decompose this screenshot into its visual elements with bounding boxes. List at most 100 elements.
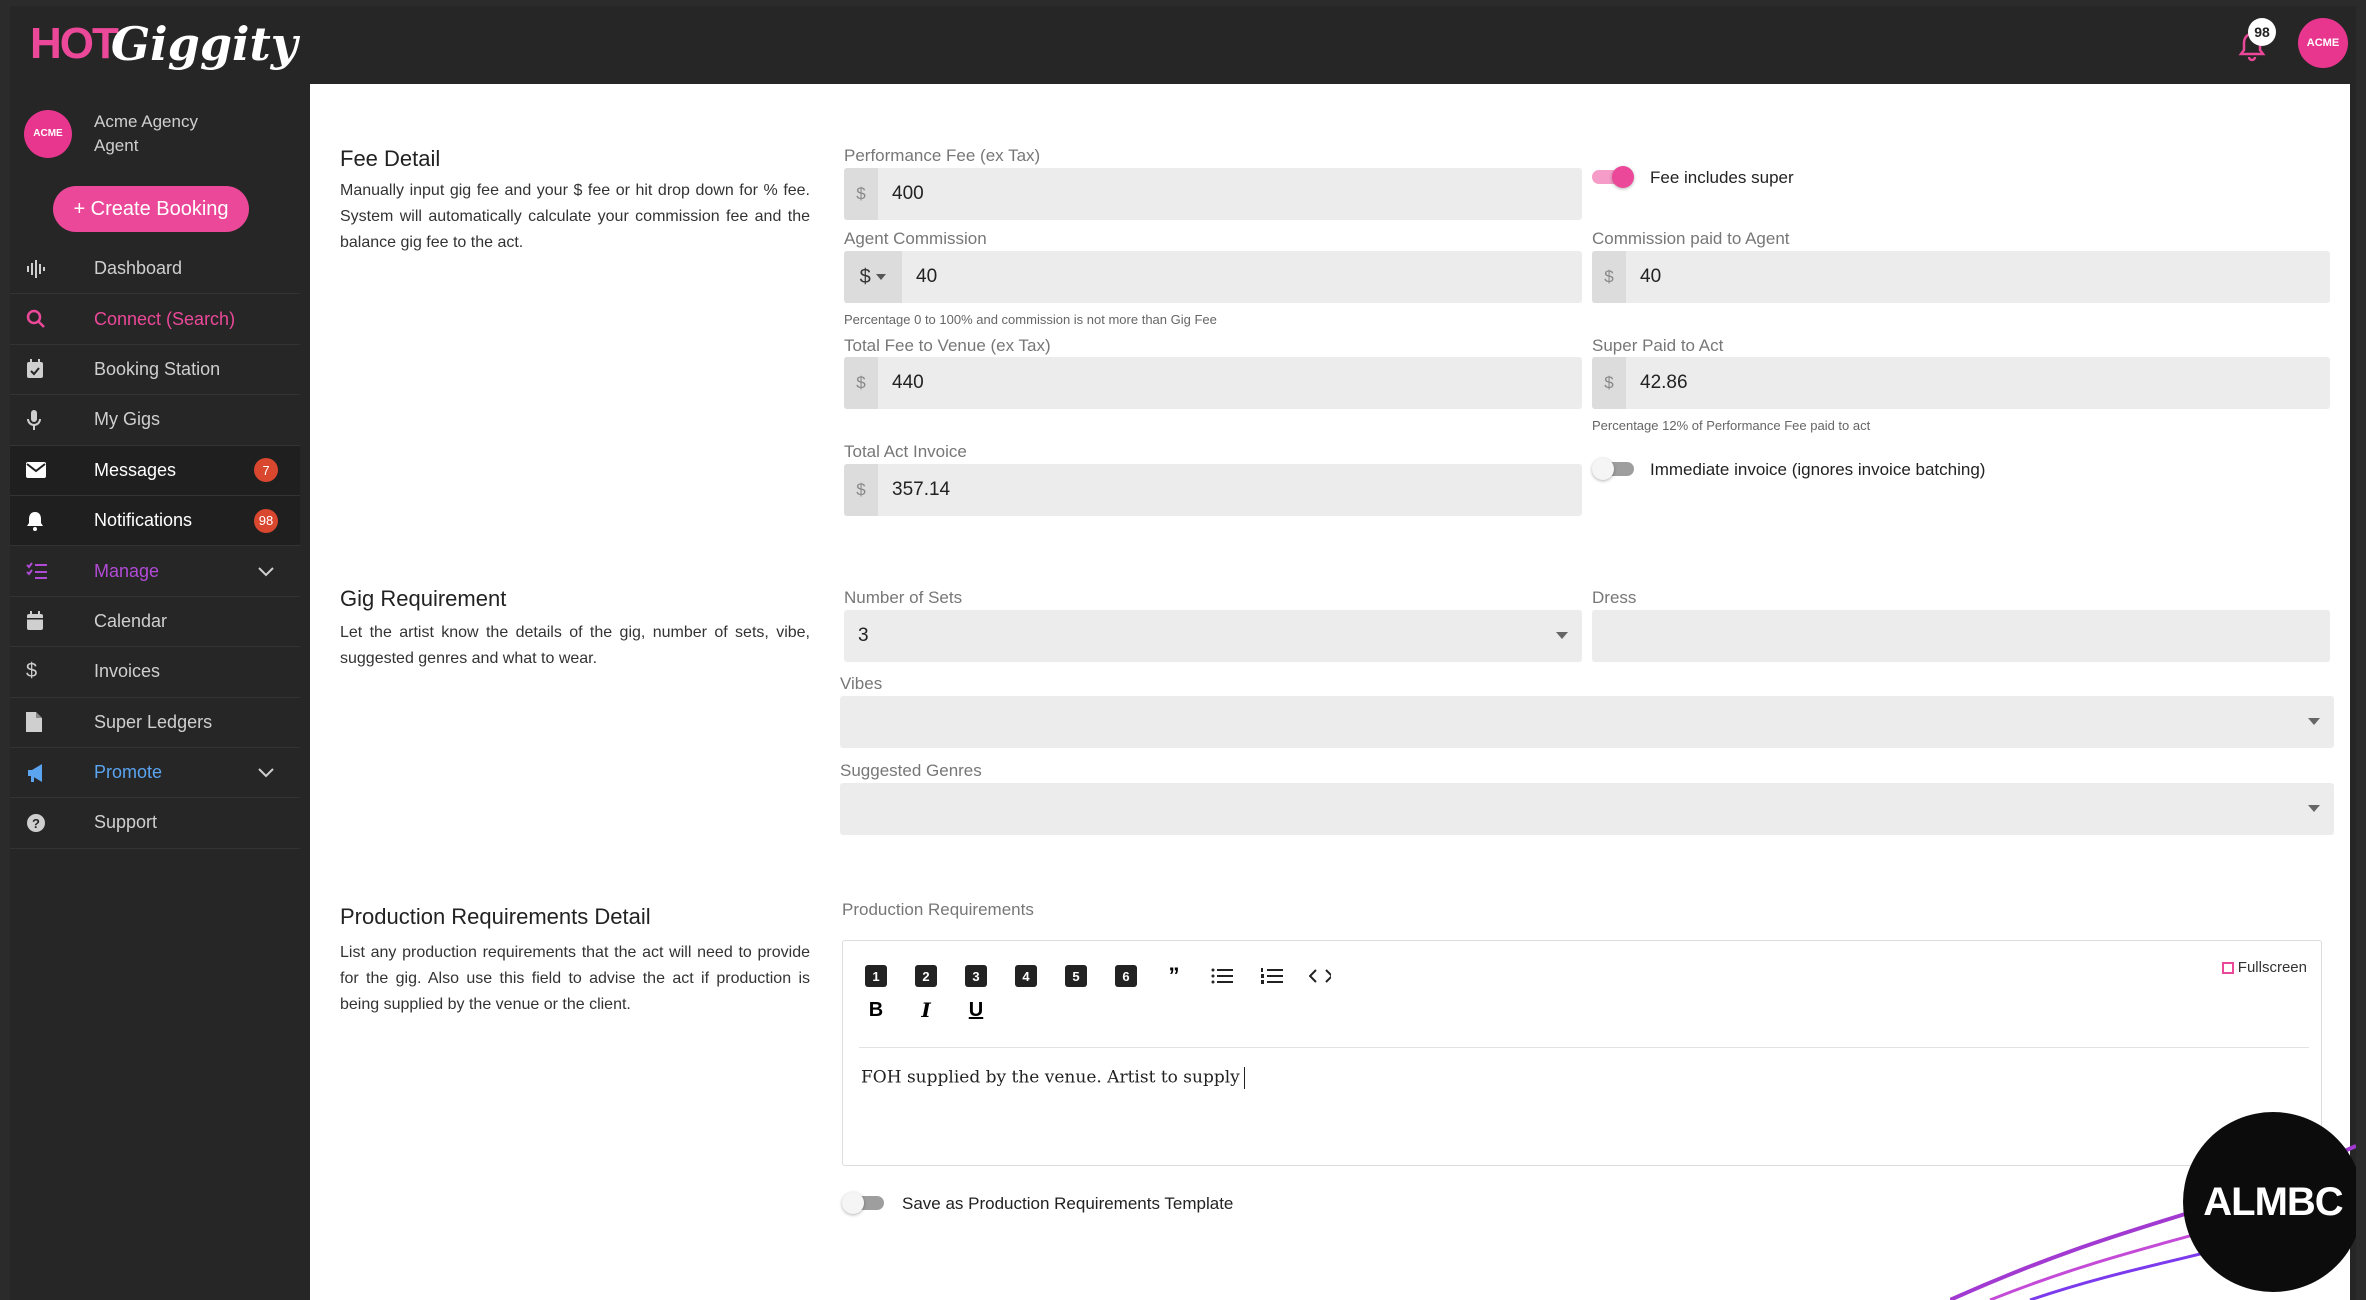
calendar-check-icon bbox=[26, 359, 66, 379]
sidebar-item-label: Booking Station bbox=[94, 358, 221, 379]
number-of-sets-select[interactable]: 3 bbox=[844, 610, 1582, 662]
calendar-icon bbox=[26, 611, 66, 631]
currency-prefix: $ bbox=[1592, 357, 1626, 409]
caret-down-icon bbox=[1556, 632, 1568, 639]
create-booking-button[interactable]: + Create Booking bbox=[53, 186, 249, 232]
heading-6-button[interactable]: 6 bbox=[1115, 965, 1137, 987]
fee-includes-super-label: Fee includes super bbox=[1650, 168, 1794, 187]
commission-paid-value: 40 bbox=[1640, 266, 1662, 287]
sidebar-item-dashboard[interactable]: Dashboard bbox=[10, 244, 300, 295]
fullscreen-icon bbox=[2221, 961, 2234, 974]
production-requirements-description: List any production requirements that th… bbox=[340, 944, 810, 1013]
bold-button[interactable]: B bbox=[865, 999, 887, 1021]
super-paid-value: 42.86 bbox=[1640, 372, 1688, 393]
commission-paid-label: Commission paid to Agent bbox=[1592, 229, 1790, 248]
heading-3-button[interactable]: 3 bbox=[965, 965, 987, 987]
performance-fee-value: 400 bbox=[892, 183, 924, 204]
commission-type-dropdown[interactable]: $ bbox=[844, 251, 902, 303]
bulleted-list-icon[interactable] bbox=[1211, 965, 1233, 987]
agent-commission-field[interactable]: $ 40 bbox=[844, 251, 1582, 303]
gig-requirement-description: Let the artist know the details of the g… bbox=[340, 624, 810, 667]
super-hint: Percentage 12% of Performance Fee paid t… bbox=[1592, 418, 1871, 433]
messages-count-badge: 7 bbox=[254, 458, 278, 483]
sidebar-item-notifications[interactable]: Notifications 98 bbox=[10, 495, 300, 547]
immediate-invoice-label: Immediate invoice (ignores invoice batch… bbox=[1650, 460, 1986, 479]
performance-fee-field[interactable]: $ 400 bbox=[844, 168, 1582, 220]
fee-includes-super-toggle[interactable] bbox=[1592, 166, 1634, 188]
question-icon: ? bbox=[26, 813, 66, 833]
number-of-sets-label: Number of Sets bbox=[844, 588, 963, 607]
sidebar-item-label: Super Ledgers bbox=[94, 711, 213, 732]
dress-field[interactable] bbox=[1592, 610, 2330, 662]
suggested-genres-select[interactable] bbox=[840, 783, 2334, 835]
sidebar: ACME Acme Agency Agent + Create Booking … bbox=[10, 82, 300, 1300]
total-act-invoice-label: Total Act Invoice bbox=[844, 442, 967, 461]
caret-down-icon bbox=[2308, 718, 2320, 725]
commission-paid-field[interactable]: $ 40 bbox=[1592, 251, 2330, 303]
sidebar-item-messages[interactable]: Messages 7 bbox=[10, 445, 300, 496]
sidebar-item-support[interactable]: ? Support bbox=[10, 798, 300, 849]
heading-1-button[interactable]: 1 bbox=[865, 965, 887, 987]
sidebar-item-connect-search[interactable]: Connect (Search) bbox=[10, 294, 300, 345]
editor-content[interactable]: FOH supplied by the venue. Artist to sup… bbox=[861, 1067, 1245, 1089]
sidebar-item-label: Messages bbox=[94, 459, 177, 480]
super-paid-field[interactable]: $ 42.86 bbox=[1592, 357, 2330, 409]
heading-5-button[interactable]: 5 bbox=[1065, 965, 1087, 987]
save-template-toggle[interactable] bbox=[842, 1192, 884, 1214]
sidebar-item-calendar[interactable]: Calendar bbox=[10, 597, 300, 648]
sidebar-item-invoices[interactable]: $ Invoices bbox=[10, 647, 300, 698]
sidebar-item-super-ledgers[interactable]: Super Ledgers bbox=[10, 698, 300, 748]
suggested-genres-label: Suggested Genres bbox=[840, 761, 982, 780]
agency-profile[interactable]: ACME Acme Agency Agent bbox=[24, 110, 198, 158]
notification-count-badge: 98 bbox=[2248, 18, 2276, 46]
svg-text:?: ? bbox=[32, 816, 40, 831]
performance-fee-label: Performance Fee (ex Tax) bbox=[844, 146, 1041, 165]
sidebar-item-booking-station[interactable]: Booking Station bbox=[10, 345, 300, 396]
sidebar-item-promote[interactable]: Promote bbox=[10, 748, 300, 799]
sidebar-item-label: Promote bbox=[94, 762, 163, 783]
file-icon bbox=[26, 712, 66, 733]
sidebar-item-manage[interactable]: Manage bbox=[10, 546, 300, 597]
agency-name: Acme Agency bbox=[94, 112, 198, 131]
app-logo[interactable]: HOT Giggity bbox=[30, 14, 297, 74]
underline-button[interactable]: U bbox=[965, 999, 987, 1021]
logo-hot-text: HOT bbox=[30, 19, 119, 68]
notifications-count-badge: 98 bbox=[254, 508, 278, 533]
vibes-select[interactable] bbox=[840, 696, 2334, 748]
numbered-list-icon[interactable] bbox=[1261, 965, 1283, 987]
total-fee-label: Total Fee to Venue (ex Tax) bbox=[844, 336, 1051, 355]
total-fee-value: 440 bbox=[892, 372, 924, 393]
chevron-down-icon bbox=[258, 561, 274, 582]
currency-prefix: $ bbox=[1592, 251, 1626, 303]
logo-giggity-text: Giggity bbox=[110, 17, 298, 71]
immediate-invoice-toggle[interactable] bbox=[1592, 458, 1634, 480]
heading-4-button[interactable]: 4 bbox=[1015, 965, 1037, 987]
save-template-label: Save as Production Requirements Template bbox=[902, 1194, 1234, 1213]
search-icon bbox=[26, 309, 66, 329]
app-window: HOT Giggity 98 ACME ACME Acme Agency Age… bbox=[10, 6, 2356, 1300]
total-fee-field[interactable]: $ 440 bbox=[844, 357, 1582, 409]
commission-type-value: $ bbox=[859, 265, 871, 288]
user-avatar[interactable]: ACME bbox=[2298, 18, 2348, 68]
agency-avatar: ACME bbox=[24, 110, 72, 158]
fee-detail-description: Manually input gig fee and your $ fee or… bbox=[340, 182, 810, 251]
dollar-icon: $ bbox=[26, 660, 38, 683]
fullscreen-label: Fullscreen bbox=[2237, 959, 2307, 976]
waveform-icon bbox=[26, 259, 66, 278]
almbc-watermark: ALMBC bbox=[2183, 1112, 2356, 1292]
agent-commission-label: Agent Commission bbox=[844, 229, 987, 248]
total-act-invoice-field[interactable]: $ 357.14 bbox=[844, 464, 1582, 516]
fullscreen-button[interactable]: Fullscreen bbox=[2221, 959, 2307, 976]
bell-icon bbox=[26, 511, 66, 531]
sidebar-item-label: Dashboard bbox=[94, 258, 183, 279]
code-icon[interactable] bbox=[1309, 965, 1331, 987]
text-cursor bbox=[1243, 1067, 1245, 1089]
heading-2-button[interactable]: 2 bbox=[915, 965, 937, 987]
italic-button[interactable]: I bbox=[915, 998, 937, 1022]
editor-divider bbox=[859, 1047, 2309, 1048]
currency-prefix: $ bbox=[844, 357, 878, 409]
sidebar-item-label: Manage bbox=[94, 560, 160, 581]
currency-prefix: $ bbox=[844, 168, 878, 220]
blockquote-button[interactable]: ” bbox=[1163, 963, 1185, 988]
sidebar-item-my-gigs[interactable]: My Gigs bbox=[10, 395, 300, 446]
